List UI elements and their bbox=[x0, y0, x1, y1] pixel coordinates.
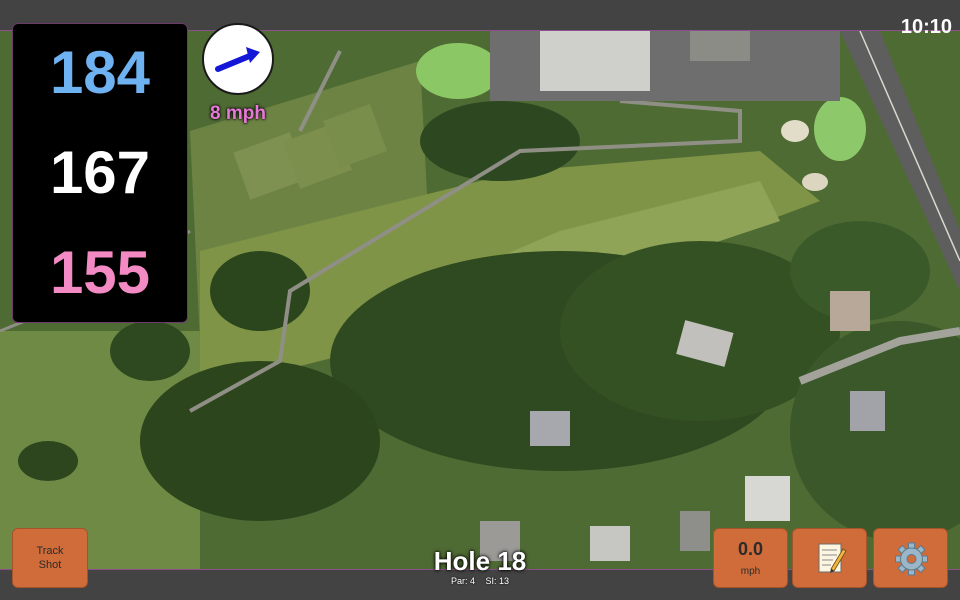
wind-arrow-icon bbox=[215, 47, 260, 72]
gear-icon bbox=[895, 542, 928, 576]
distance-panel: 184 167 155 bbox=[12, 23, 188, 323]
front-distance: 155 bbox=[49, 239, 151, 306]
middle-distance: 167 bbox=[49, 139, 151, 206]
wind-indicator bbox=[202, 23, 274, 95]
clock: 10:10 bbox=[900, 16, 952, 38]
wind-button-value: 0.0 bbox=[737, 539, 764, 559]
notes-button[interactable] bbox=[792, 528, 867, 588]
hole-info: Par: 4 SI: 13 bbox=[400, 576, 560, 586]
wind-speed-button[interactable]: 0.0 mph bbox=[713, 528, 788, 588]
track-shot-button[interactable]: Track Shot bbox=[12, 528, 88, 588]
wind-speed-label: 8 mph bbox=[210, 103, 266, 124]
back-distance: 184 bbox=[49, 39, 151, 106]
hole-title: Hole 18 bbox=[433, 546, 527, 576]
track-shot-label-line2: Shot bbox=[38, 559, 62, 571]
track-shot-label-line1: Track bbox=[36, 545, 64, 557]
wind-button-unit: mph bbox=[740, 566, 761, 577]
hole-par: Par: 4 bbox=[450, 576, 475, 586]
settings-button[interactable] bbox=[873, 528, 948, 588]
hole-stroke-index: SI: 13 bbox=[485, 576, 510, 586]
memo-icon bbox=[818, 543, 847, 573]
